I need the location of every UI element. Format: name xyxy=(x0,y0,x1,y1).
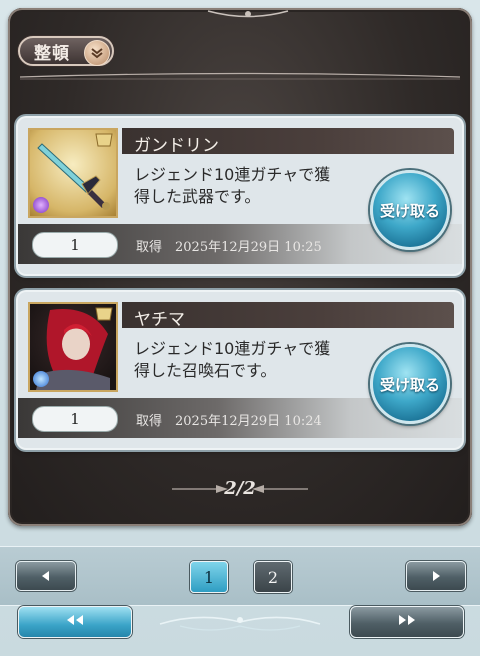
item-quantity: 1 xyxy=(32,406,118,432)
pagination-bar: 1 2 xyxy=(0,546,480,606)
sort-label: 整頓 xyxy=(34,43,70,64)
ssr-badge-icon xyxy=(95,307,113,321)
top-ornament-icon xyxy=(207,10,289,18)
page-button-1[interactable]: 1 xyxy=(190,561,228,593)
double-triangle-left-icon xyxy=(64,614,86,630)
triangle-right-icon xyxy=(430,567,442,586)
ssr-badge-icon xyxy=(95,133,113,147)
gift-item-card: ガンドリン レジェンド10連ガチャで獲 得した武器です。 1 取得 2025年1… xyxy=(18,118,462,274)
element-water-icon xyxy=(33,371,49,387)
page-indicator: 2/2 xyxy=(224,478,256,499)
obtained-datetime: 取得 2025年12月29日 10:24 xyxy=(136,414,322,429)
triangle-left-icon xyxy=(40,567,52,586)
gift-item-card: ヤチマ レジェンド10連ガチャで獲 得した召喚石です。 1 取得 2025年12… xyxy=(18,292,462,448)
item-quantity: 1 xyxy=(32,232,118,258)
pager-ornament-right-icon xyxy=(252,485,308,493)
item-description: レジェンド10連ガチャで獲 得した武器です。 xyxy=(134,165,331,206)
item-thumbnail[interactable] xyxy=(28,128,118,218)
item-name: ヤチマ xyxy=(134,310,185,330)
obtained-datetime: 取得 2025年12月29日 10:25 xyxy=(136,240,322,255)
element-dark-icon xyxy=(33,197,49,213)
bottom-ornament-icon xyxy=(159,616,321,631)
sort-button[interactable]: 整頓 xyxy=(18,36,114,66)
item-name: ガンドリン xyxy=(134,136,219,156)
receive-button[interactable]: 受け取る xyxy=(370,170,450,250)
item-name-bar: ガンドリン xyxy=(122,128,454,156)
item-name-bar: ヤチマ xyxy=(122,302,454,330)
item-thumbnail[interactable] xyxy=(28,302,118,392)
page-button-2[interactable]: 2 xyxy=(254,561,292,593)
chevron-down-icon xyxy=(84,40,110,66)
last-page-button[interactable] xyxy=(350,606,464,638)
prev-page-button[interactable] xyxy=(16,561,76,591)
first-page-button[interactable] xyxy=(18,606,132,638)
header-divider xyxy=(20,72,460,80)
item-description: レジェンド10連ガチャで獲 得した召喚石です。 xyxy=(134,339,331,380)
double-triangle-right-icon xyxy=(396,614,418,630)
next-page-button[interactable] xyxy=(406,561,466,591)
receive-button[interactable]: 受け取る xyxy=(370,344,450,424)
